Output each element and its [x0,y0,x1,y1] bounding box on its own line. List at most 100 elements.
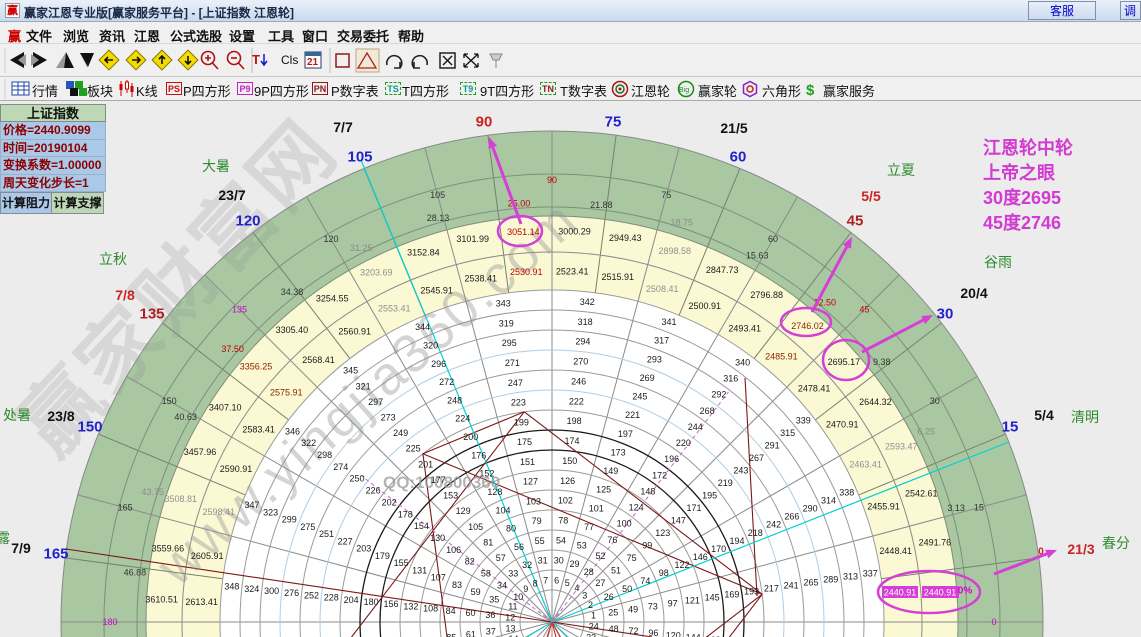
svg-text:34.38: 34.38 [281,287,304,297]
svg-text:120: 120 [323,234,338,244]
svg-text:251: 251 [319,529,334,539]
svg-text:173: 173 [611,447,626,457]
svg-text:290: 290 [803,504,818,514]
svg-text:179: 179 [375,551,390,561]
svg-text:81: 81 [483,537,493,547]
svg-text:295: 295 [502,338,517,348]
svg-text:226: 226 [366,486,381,496]
svg-text:2542.61: 2542.61 [905,488,938,498]
svg-text:40.63: 40.63 [174,412,197,422]
svg-text:73: 73 [648,602,658,612]
svg-text:Big: Big [679,87,689,94]
svg-text:0: 0 [991,617,996,627]
svg-text:61: 61 [466,629,476,637]
svg-text:250: 250 [349,474,364,484]
svg-text:317: 317 [654,336,669,346]
svg-text:198: 198 [567,416,582,426]
svg-text:174: 174 [564,436,579,446]
svg-text:146: 146 [693,552,708,562]
svg-text:3508.81: 3508.81 [165,494,198,504]
svg-text:2746.02: 2746.02 [791,321,824,331]
svg-text:43.75: 43.75 [141,487,164,497]
svg-text:2440.91: 2440.91 [924,588,957,598]
svg-text:105: 105 [430,190,445,200]
svg-text:85: 85 [446,632,456,637]
svg-text:122: 122 [674,560,689,570]
svg-text:323: 323 [263,507,278,517]
svg-text:320: 320 [423,341,438,351]
svg-text:98: 98 [659,568,669,578]
svg-text:6.25: 6.25 [917,426,935,436]
svg-text:58: 58 [481,569,491,579]
svg-text:$: $ [806,82,815,99]
svg-text:252: 252 [304,590,319,600]
svg-text:30: 30 [554,555,564,565]
svg-text:24: 24 [589,622,599,632]
svg-text:33: 33 [508,569,518,579]
svg-text:170: 170 [711,544,726,554]
svg-text:121: 121 [685,596,700,606]
svg-text:7: 7 [543,576,548,586]
svg-text:2949.43: 2949.43 [609,233,642,243]
svg-text:319: 319 [499,319,514,329]
svg-text:23/8: 23/8 [47,408,74,424]
svg-text:2796.88: 2796.88 [750,290,783,300]
svg-text:194: 194 [729,536,744,546]
svg-text:3407.10: 3407.10 [209,402,242,412]
svg-text:12: 12 [505,612,515,622]
svg-text:74: 74 [640,576,650,586]
svg-text:2593.47: 2593.47 [885,441,918,451]
svg-text:129: 129 [456,506,471,516]
svg-text:5/5: 5/5 [861,188,881,204]
svg-text:2463.41: 2463.41 [849,459,882,469]
svg-text:120: 120 [235,213,260,230]
svg-text:21.88: 21.88 [590,200,613,210]
svg-text:90: 90 [547,175,557,185]
svg-text:178: 178 [398,509,413,519]
svg-text:128: 128 [487,487,502,497]
svg-text:2493.41: 2493.41 [728,324,761,334]
svg-text:春分: 春分 [1102,535,1130,551]
svg-text:13: 13 [505,623,515,633]
svg-text:45: 45 [859,305,869,315]
svg-text:3559.66: 3559.66 [152,544,185,554]
svg-text:3000.29: 3000.29 [558,227,591,237]
svg-text:132: 132 [403,601,418,611]
svg-text:75: 75 [661,190,671,200]
svg-text:223: 223 [511,398,526,408]
svg-text:120: 120 [666,630,681,637]
svg-text:267: 267 [749,453,764,463]
svg-text:292: 292 [711,390,726,400]
svg-text:2478.41: 2478.41 [798,384,831,394]
svg-text:2583.41: 2583.41 [242,424,275,434]
svg-text:177: 177 [431,475,446,485]
svg-text:1: 1 [591,611,596,621]
svg-text:96: 96 [648,628,658,637]
svg-text:3356.25: 3356.25 [240,362,273,372]
svg-text:37.50: 37.50 [221,344,244,354]
svg-text:Cls: Cls [281,53,298,67]
svg-text:276: 276 [284,588,299,598]
svg-text:135: 135 [139,306,164,323]
svg-text:202: 202 [382,497,397,507]
svg-text:2523.41: 2523.41 [556,267,589,277]
svg-text:105: 105 [468,522,483,532]
svg-text:149: 149 [603,466,618,476]
svg-text:315: 315 [780,428,795,438]
svg-text:28: 28 [584,567,594,577]
svg-text:108: 108 [423,604,438,614]
svg-text:127: 127 [523,477,538,487]
svg-text:2515.91: 2515.91 [602,272,635,282]
svg-text:84: 84 [446,606,456,616]
svg-text:316: 316 [723,374,738,384]
svg-text:32: 32 [522,560,532,570]
svg-text:2508.41: 2508.41 [646,284,679,294]
svg-text:2553.41: 2553.41 [378,303,411,313]
svg-text:144: 144 [686,633,701,637]
svg-text:242: 242 [766,520,781,530]
svg-text:10: 10 [513,592,523,602]
svg-text:217: 217 [764,583,779,593]
svg-text:344: 344 [415,322,430,332]
svg-text:8: 8 [533,579,538,589]
svg-text:56: 56 [514,542,524,552]
